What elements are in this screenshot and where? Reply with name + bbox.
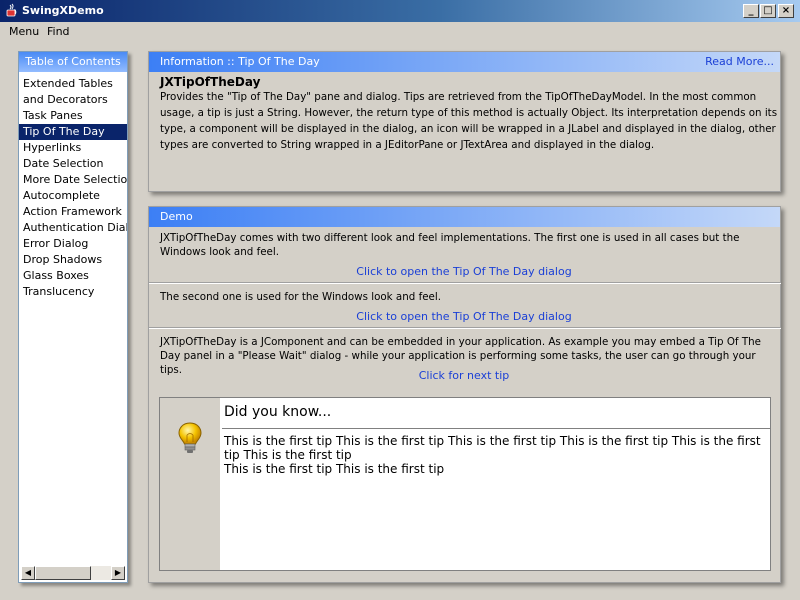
tip-icon-area [160, 398, 220, 570]
tip-of-the-day-panel: Did you know... This is the first tip Th… [159, 397, 771, 571]
open-tip-dialog-link-default[interactable]: Click to open the Tip Of The Day dialog [149, 265, 779, 278]
toc-item-date-selection[interactable]: Date Selection [19, 156, 127, 172]
minimize-button[interactable]: _ [743, 4, 759, 18]
toc-horizontal-scrollbar[interactable]: ◀ ▶ [21, 566, 125, 580]
lightbulb-icon [178, 422, 202, 453]
next-tip-link[interactable]: Click for next tip [149, 369, 779, 382]
tip-line-2: This is the first tip This is the first … [224, 462, 445, 476]
toc-item-translucency[interactable]: Translucency [19, 284, 127, 300]
demo-section1-text: JXTipOfTheDay comes with two different l… [160, 232, 740, 258]
window-titlebar[interactable]: SwingXDemo _ □ × [0, 0, 800, 22]
tip-separator [222, 428, 770, 430]
demo-header: Demo [149, 207, 780, 227]
scrollbar-thumb[interactable] [35, 566, 91, 580]
menu-find[interactable]: Find [47, 25, 70, 38]
tip-content: This is the first tip This is the first … [224, 434, 769, 476]
toc-list: Extended Tables and Decorators Task Pane… [19, 76, 127, 300]
toc-item-autocomplete[interactable]: Autocomplete [19, 188, 127, 204]
maximize-button[interactable]: □ [760, 4, 776, 18]
toc-item-extended-tables[interactable]: Extended Tables and Decorators [19, 76, 127, 108]
info-description: Provides the "Tip of The Day" pane and d… [160, 91, 778, 151]
open-tip-dialog-link-windows[interactable]: Click to open the Tip Of The Day dialog [149, 310, 779, 323]
toc-header: Table of Contents [19, 52, 127, 72]
menubar: Menu Find [0, 22, 800, 42]
demo-section2-text: The second one is used for the Windows l… [160, 291, 441, 303]
information-header: Information :: Tip Of The Day Read More.… [149, 52, 780, 72]
tip-line-1: This is the first tip This is the first … [224, 434, 761, 462]
toc-item-action-framework[interactable]: Action Framework [19, 204, 127, 220]
section-divider [149, 327, 781, 329]
close-button[interactable]: × [778, 4, 794, 18]
menu-menu[interactable]: Menu [9, 25, 39, 38]
toc-item-error-dialog[interactable]: Error Dialog [19, 236, 127, 252]
toc-item-glass-boxes[interactable]: Glass Boxes [19, 268, 127, 284]
toc-item-task-panes[interactable]: Task Panes [19, 108, 127, 124]
tip-heading: Did you know... [224, 404, 332, 420]
toc-item-drop-shadows[interactable]: Drop Shadows [19, 252, 127, 268]
toc-item-more-date-selection[interactable]: More Date Selection [19, 172, 127, 188]
scroll-left-icon[interactable]: ◀ [21, 566, 35, 580]
demo-panel: Demo JXTipOfTheDay comes with two differ… [148, 206, 781, 583]
section-divider [149, 282, 781, 284]
information-header-title: Information :: Tip Of The Day [160, 55, 320, 68]
info-component-title: JXTipOfTheDay [160, 75, 261, 89]
toc-item-hyperlinks[interactable]: Hyperlinks [19, 140, 127, 156]
window-title: SwingXDemo [22, 4, 104, 17]
table-of-contents: Table of Contents Extended Tables and De… [18, 51, 128, 583]
scroll-right-icon[interactable]: ▶ [111, 566, 125, 580]
toc-item-authentication-dialogs[interactable]: Authentication Dialogs [19, 220, 127, 236]
java-app-icon [6, 3, 17, 17]
read-more-link[interactable]: Read More... [705, 52, 774, 71]
toc-item-tip-of-the-day[interactable]: Tip Of The Day [19, 124, 127, 140]
information-panel: Information :: Tip Of The Day Read More.… [148, 51, 781, 192]
